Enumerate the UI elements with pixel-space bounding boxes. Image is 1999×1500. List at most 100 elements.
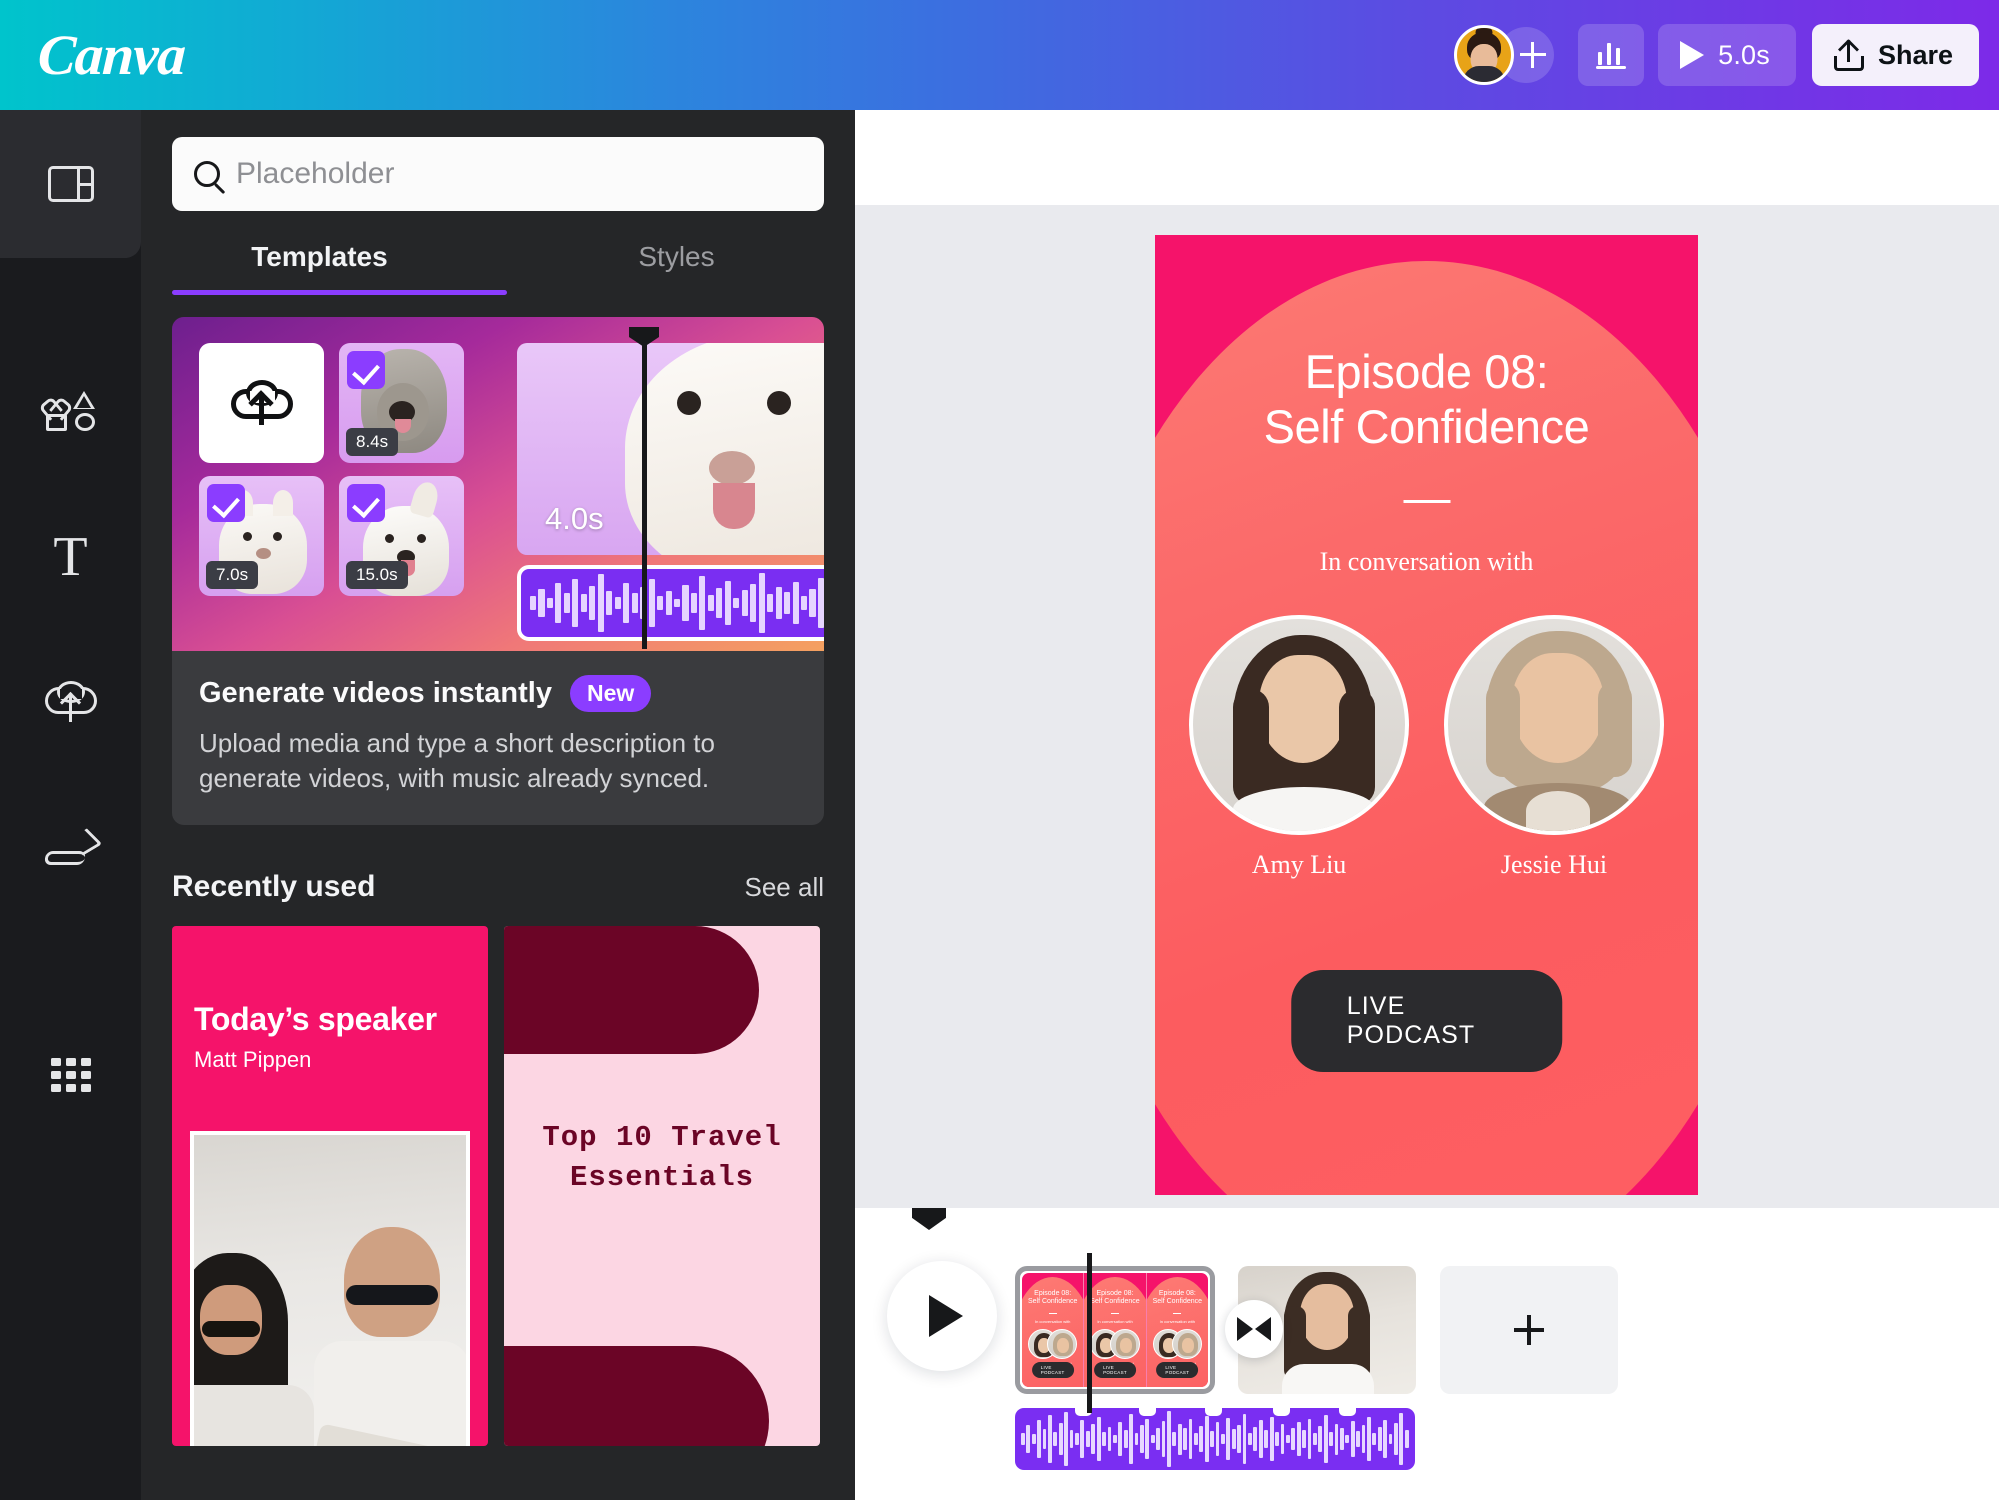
template-card[interactable]: Top 10 Travel Essentials [504,926,820,1447]
share-button[interactable]: Share [1811,24,1979,86]
thumb-duration: 15.0s [346,561,408,589]
canva-logo[interactable]: Canva [36,23,186,88]
clip-frames: Episode 08: Self Confidence In conversati… [1022,1273,1208,1387]
new-badge: New [569,675,652,712]
insights-button[interactable] [1578,24,1645,86]
design-layout-icon [47,166,94,202]
plus-icon [1514,1315,1544,1345]
promo-preview-video: 4.0s [517,343,824,555]
tab-styles[interactable]: Styles [498,241,855,295]
elements-shapes-icon [45,390,97,432]
waveform [521,569,824,637]
playhead-handle[interactable] [912,1208,946,1230]
share-label: Share [1877,39,1953,70]
timeline-clip-selected[interactable]: Episode 08: Self Confidence In conversati… [1015,1266,1215,1394]
left-rail: T [0,110,141,1500]
promo-thumb: 8.4s [339,343,464,463]
design-page[interactable]: Episode 08: Self Confidence In conversat… [1155,235,1698,1195]
sidebar-item-apps[interactable] [0,1002,141,1148]
thumb-checkbox[interactable] [207,484,245,522]
thumb-duration: 8.4s [346,428,399,456]
guest-avatar-1 [1189,615,1409,835]
clip-frame: Episode 08: Self Confidence In conversati… [1022,1273,1085,1387]
timeline-audio-track[interactable] [1015,1408,1415,1470]
share-upload-icon [1833,38,1864,71]
promo-thumb: 15.0s [339,476,464,596]
recently-used-grid: Today’s speaker Matt Pippen Top 10 Trave… [172,926,824,1447]
preview-play-button[interactable]: 5.0s [1658,24,1796,86]
duration-label: 5.0s [1718,39,1770,70]
promo-preview-stage: 4.0s [517,329,824,651]
search-icon [194,161,220,187]
transition-button[interactable] [1225,1300,1283,1358]
thumb-duration: 7.0s [206,561,259,589]
canva-editor: Canva 5.0s Share T Placeholder Templates… [0,0,1999,1500]
upload-cloud-icon [44,681,97,723]
add-page-button[interactable] [1440,1266,1618,1394]
section-title: Recently used [172,870,376,904]
design-subtitle: In conversation with [1319,547,1534,576]
sidebar-item-draw[interactable] [0,776,141,922]
search-input[interactable]: Placeholder [172,137,824,211]
plus-icon [1520,42,1547,68]
guest-avatar-2 [1444,615,1664,835]
design-guest-names: Amy Liu Jessie Hui [1155,850,1698,890]
template-title: Today’s speaker [194,1001,437,1038]
tab-templates[interactable]: Templates [141,241,498,295]
tab-active-underline [172,290,507,295]
draw-pen-icon [43,828,102,867]
design-title-line2: Self Confidence [1263,399,1590,453]
waveform [1015,1408,1415,1470]
promo-card-generate-videos[interactable]: 8.4s 7.0s 15.0s 4.0s Generate videos ins… [172,317,824,826]
search-placeholder: Placeholder [236,157,395,190]
avatar-shoulders [1463,66,1506,82]
avatar[interactable] [1454,25,1515,85]
top-bar: Canva 5.0s Share [0,0,1999,110]
decor-arc-bottom [504,1346,769,1447]
apps-grid-icon [50,1058,91,1092]
promo-playhead [642,329,647,649]
clip-frame: Episode 08: Self Confidence In conversati… [1146,1273,1208,1387]
promo-upload-tile [199,343,324,463]
guest-name-2: Jessie Hui [1500,850,1608,879]
top-bar-actions: 5.0s Share [1454,0,1979,110]
play-icon [929,1295,963,1337]
promo-title: Generate videos instantly [199,677,552,709]
sidebar-item-design[interactable] [0,110,141,258]
promo-copy: Generate videos instantly New Upload med… [172,651,824,825]
design-divider [1403,500,1450,503]
sidebar-item-text[interactable]: T [0,484,141,630]
promo-audio-track [517,565,824,641]
decor-arc-top [504,926,759,1055]
sidebar-item-elements[interactable] [0,338,141,484]
thumb-checkbox[interactable] [347,351,385,389]
see-all-link[interactable]: See all [745,872,825,903]
clip-frame: Episode 08: Self Confidence In conversati… [1084,1273,1147,1387]
design-guest-avatars [1155,615,1698,835]
template-subtitle: Matt Pippen [194,1047,312,1073]
design-title-line1: Episode 08: [1304,345,1549,398]
side-panel: Placeholder Templates Styles 8.4s 7.0s 1… [141,110,855,1500]
thumb-checkbox[interactable] [347,484,385,522]
timeline-play-button[interactable] [887,1261,997,1371]
transition-bowtie-icon [1237,1317,1271,1341]
canvas-area[interactable]: Episode 08: Self Confidence In conversat… [855,205,1999,1208]
recently-used-header: Recently used See all [172,870,824,904]
upload-cloud-icon [230,379,293,427]
playhead-line [1087,1253,1092,1413]
promo-thumb: 7.0s [199,476,324,596]
promo-preview-duration: 4.0s [545,501,604,536]
collaborators-group [1454,25,1555,85]
template-title: Top 10 Travel Essentials [542,1121,782,1195]
timeline: Episode 08: Self Confidence In conversati… [855,1208,1999,1500]
main-area: Episode 08: Self Confidence In conversat… [855,110,1999,1500]
promo-description: Upload media and type a short descriptio… [199,728,715,793]
text-icon: T [53,526,88,588]
sidebar-item-uploads[interactable] [0,630,141,776]
panel-tabs: Templates Styles [141,241,855,295]
design-cta-button: LIVE PODCAST [1290,970,1563,1072]
play-icon [1680,41,1705,69]
bar-chart-icon [1596,41,1627,69]
promo-illustration: 8.4s 7.0s 15.0s 4.0s [172,317,824,651]
template-card[interactable]: Today’s speaker Matt Pippen [172,926,488,1447]
